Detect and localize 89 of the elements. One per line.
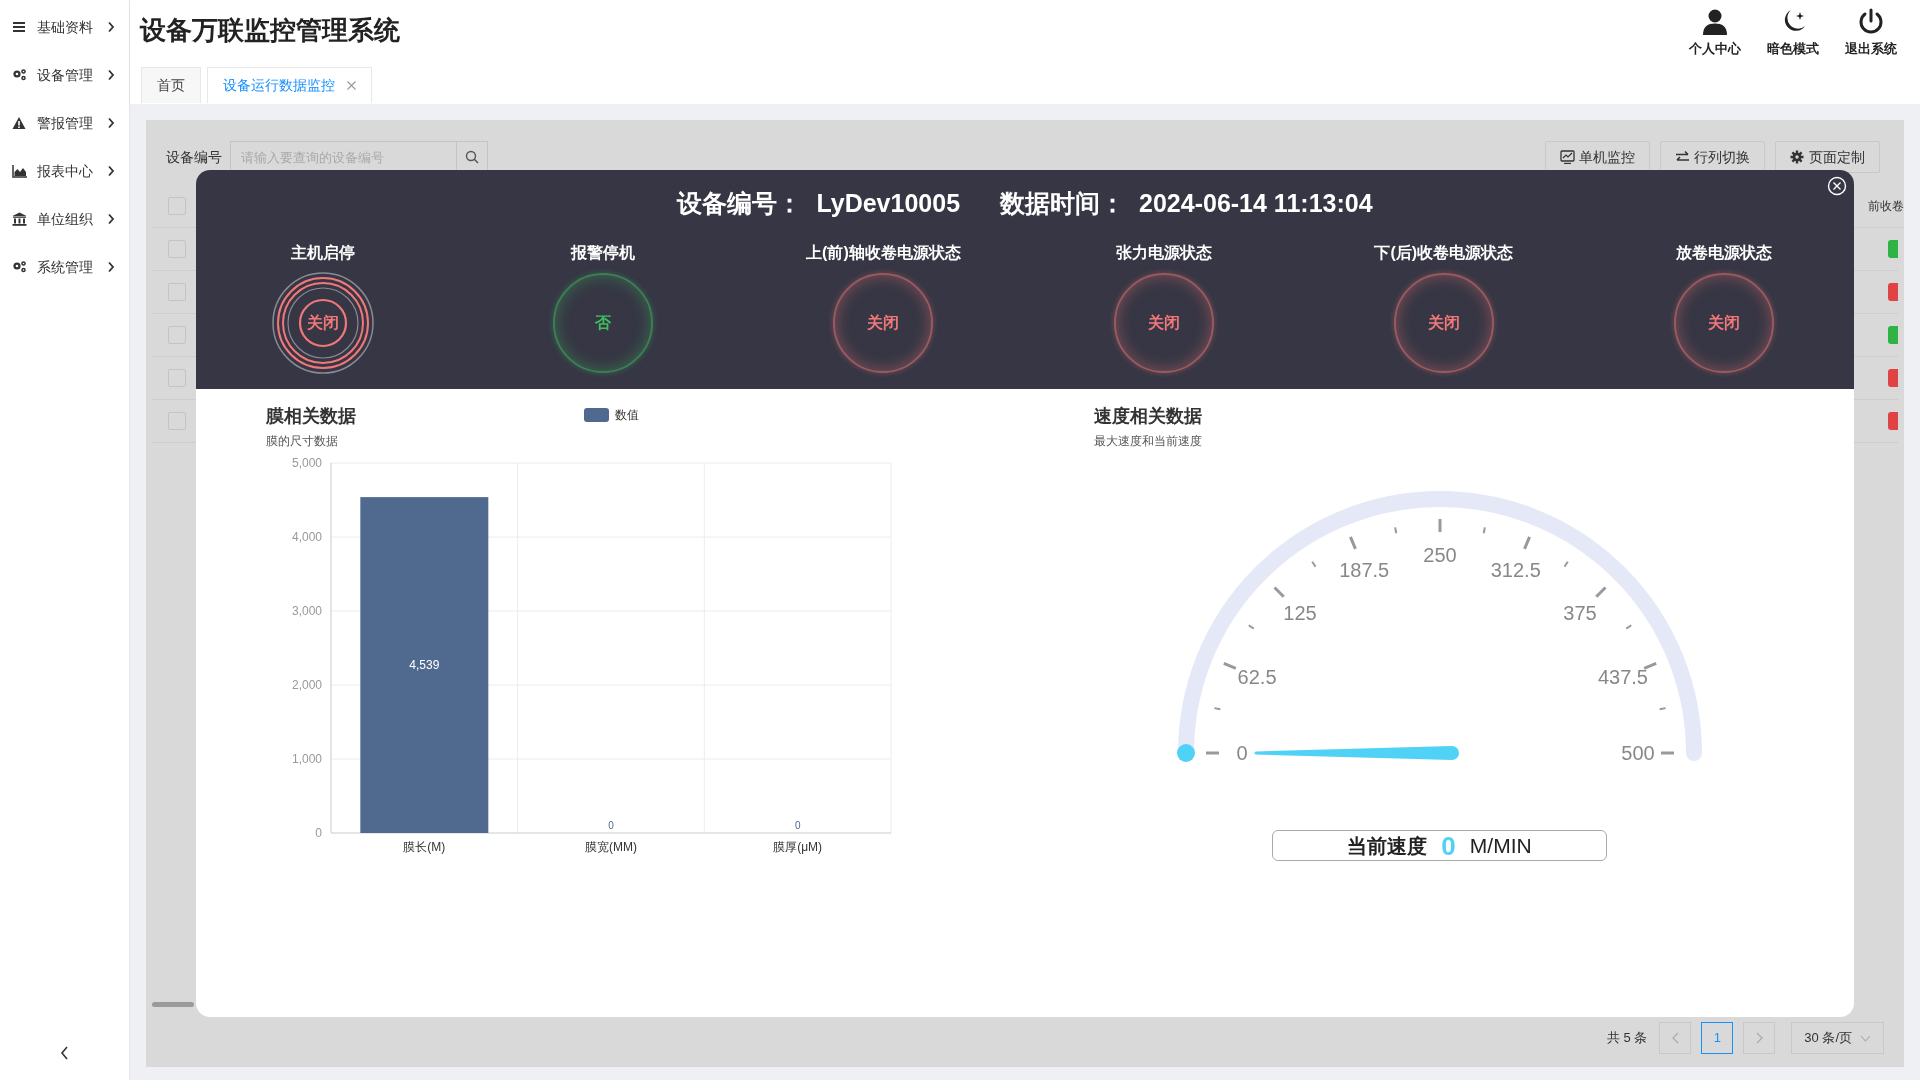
sidebar-item[interactable]: 报表中心 (0, 147, 129, 195)
chevron-down-icon (1860, 1034, 1871, 1042)
tick-label: 312.5 (1490, 559, 1541, 582)
data-label: 0 (608, 820, 614, 831)
title-label: 设备编号： (677, 188, 803, 220)
status-label: 报警停机 (571, 243, 636, 263)
tick-label: 125 (1283, 602, 1317, 624)
previous-page-button[interactable] (1659, 1022, 1692, 1054)
axis-label: 3,000 (291, 604, 322, 618)
axis-label: 5,000 (291, 456, 322, 470)
monitor-chart-icon (1560, 150, 1575, 164)
bank-icon (12, 212, 28, 226)
status-indicator: 关闭 (1393, 273, 1494, 373)
tick-label: 437.5 (1597, 666, 1648, 689)
gears-icon (12, 260, 28, 274)
sidebar-item[interactable]: 设备管理 (0, 51, 129, 99)
panel-title: 速度相关数据 (1094, 405, 1203, 428)
warning-icon (12, 116, 28, 130)
header-action-button[interactable]: 退出系统 (1836, 8, 1906, 59)
status-indicator: 否 (553, 273, 654, 373)
area-chart-icon (12, 164, 28, 178)
swap-arrows-icon (1675, 150, 1690, 164)
toolbar-button[interactable]: 页面定制 (1775, 141, 1880, 173)
toolbar-button[interactable]: 单机监控 (1545, 141, 1650, 173)
next-page-button[interactable] (1743, 1022, 1776, 1054)
collapse-icon[interactable] (60, 1046, 69, 1060)
chevron-icon (107, 261, 115, 273)
total-count: 共 5 条 (1606, 1029, 1648, 1048)
status-label: 上(前)轴收卷电源状态 (806, 243, 961, 263)
data-label: 0 (794, 820, 801, 831)
toolbar-button[interactable]: 行列切换 (1660, 141, 1765, 173)
axis-label: 4,000 (291, 530, 322, 544)
readout-unit: M/MIN (1469, 832, 1532, 859)
title-value: 2024-06-14 11:13:04 (1139, 188, 1373, 220)
title-value: LyDev10005 (816, 188, 961, 220)
tab[interactable]: 首页 (141, 67, 201, 103)
chevron-icon (107, 165, 115, 177)
chevron-icon (107, 69, 115, 81)
panel-subtitle: 膜的尺寸数据 (266, 433, 339, 450)
category-label: 膜长(M) (403, 840, 446, 854)
sidebar-item[interactable]: 单位组织 (0, 195, 129, 243)
column-header: 前收卷 (1868, 198, 1904, 215)
readout-label: 当前速度 (1347, 833, 1428, 859)
power-icon (1857, 8, 1885, 36)
category-label: 膜厚(μM) (773, 840, 823, 854)
tick-label: 250 (1423, 544, 1457, 566)
legend-label: 数值 (615, 407, 639, 424)
sidebar-item[interactable]: 警报管理 (0, 99, 129, 147)
header-action-button[interactable]: 暗色模式 (1758, 8, 1828, 59)
tick-label: 187.5 (1339, 559, 1390, 582)
status-indicator: 关闭 (833, 273, 934, 373)
sidebar-item[interactable]: 基础资料 (0, 3, 129, 51)
filter-label: 设备编号 (166, 147, 222, 167)
search-icon (465, 150, 479, 164)
status-label: 张力电源状态 (1115, 243, 1212, 263)
status-indicator: 关闭 (1113, 273, 1214, 373)
tick-label: 375 (1563, 602, 1597, 624)
page-size-select[interactable]: 30 条/页 (1791, 1022, 1884, 1054)
status-label: 主机启停 (291, 243, 355, 263)
tick-label: 0 (1236, 742, 1248, 764)
close-icon[interactable] (1827, 176, 1847, 196)
chevron-icon (107, 21, 115, 33)
tick-label: 62.5 (1237, 666, 1277, 689)
app-title: 设备万联监控管理系统 (140, 14, 400, 47)
axis-label: 1,000 (291, 752, 322, 766)
sidebar-item[interactable]: 系统管理 (0, 243, 129, 291)
status-indicator: 关闭 (1673, 273, 1774, 373)
title-label: 数据时间： (1000, 188, 1126, 220)
status-indicator: 关闭 (271, 271, 375, 375)
axis-label: 2,000 (291, 678, 322, 692)
readout-value: 0 (1441, 831, 1456, 860)
chevron-icon (1671, 1032, 1679, 1044)
status-label: 放卷电源状态 (1675, 243, 1772, 263)
panel-title: 膜相关数据 (266, 405, 357, 428)
chevron-icon (107, 117, 115, 129)
gear-icon (1790, 150, 1805, 164)
category-label: 膜宽(MM) (585, 840, 637, 854)
status-label: 下(后)收卷电源状态 (1374, 243, 1514, 263)
panel-subtitle: 最大速度和当前速度 (1094, 433, 1203, 450)
header-action-button[interactable]: 个人中心 (1680, 8, 1750, 59)
data-label: 4,539 (409, 658, 440, 673)
axis-label: 0 (315, 826, 322, 840)
user-icon (1701, 8, 1729, 36)
scrollbar-thumb[interactable] (152, 1002, 194, 1007)
chevron-icon (107, 213, 115, 225)
gears-icon (12, 68, 28, 82)
menu-icon (12, 20, 28, 34)
chevron-icon (1755, 1032, 1763, 1044)
tick-label: 500 (1621, 742, 1655, 764)
